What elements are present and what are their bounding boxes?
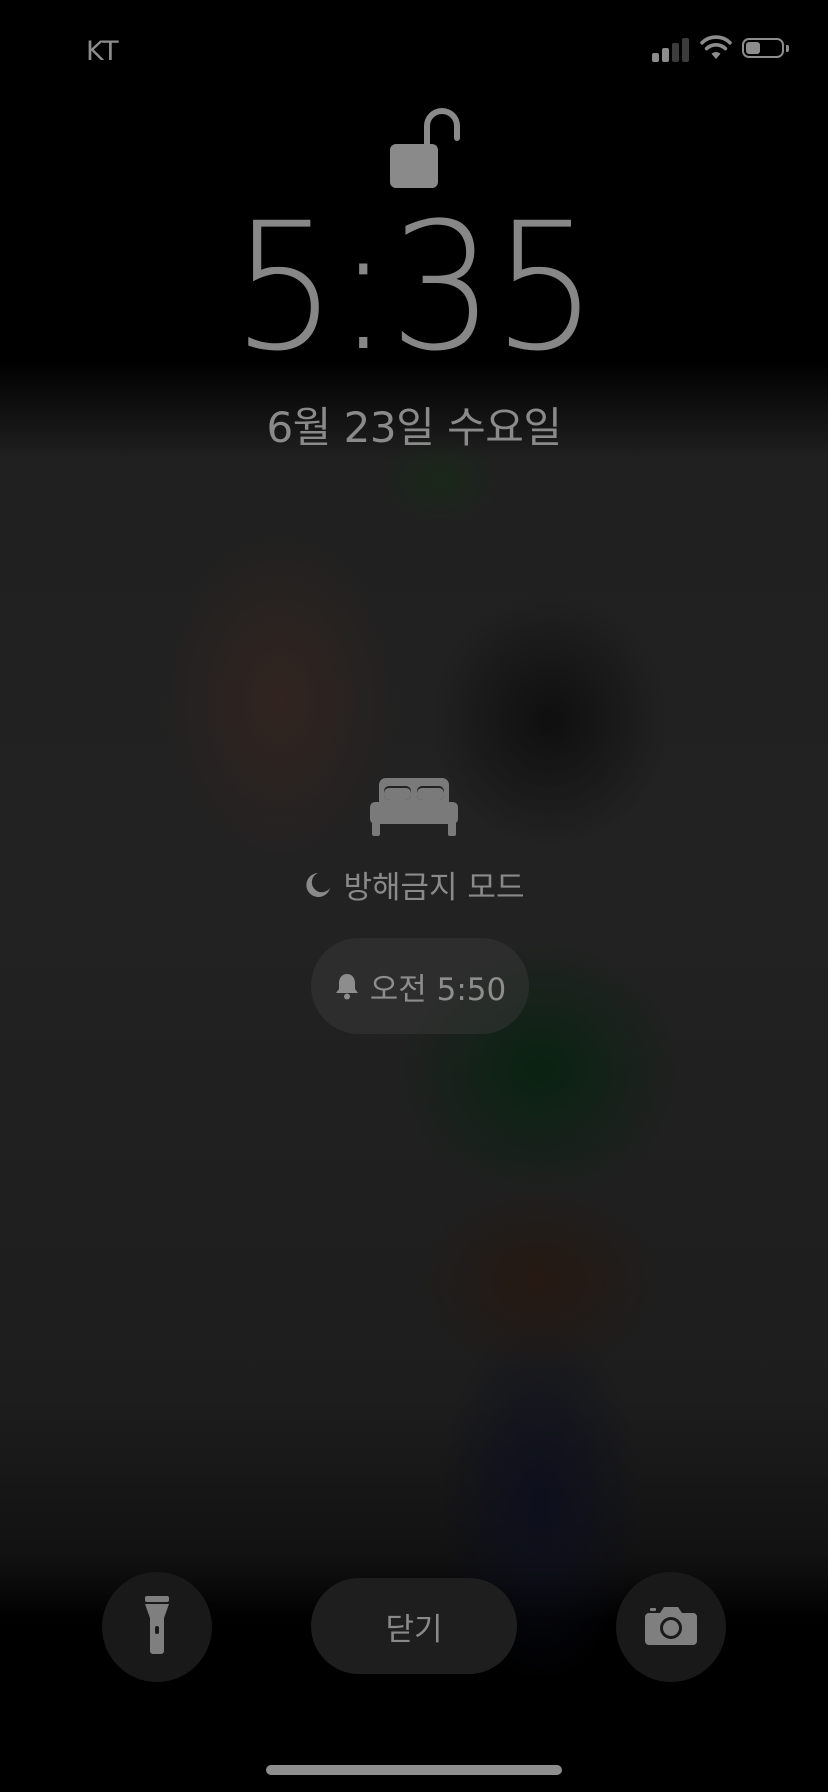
battery-fill	[746, 42, 760, 54]
lock-clock: 5:35	[231, 185, 598, 390]
wifi-icon	[700, 34, 732, 64]
signal-bar	[672, 43, 679, 62]
signal-bar	[662, 48, 669, 62]
focus-mode-label: 방해금지 모드	[343, 870, 525, 906]
moon-icon	[304, 871, 332, 899]
focus-mode-indicator: 방해금지 모드	[0, 862, 828, 907]
bell-icon	[334, 972, 360, 1000]
lock-screen: KT 5:35 6월 23일 수요일 방해금지 모드 오전 5:50 닫기	[0, 0, 828, 1792]
unlocked-padlock-icon	[387, 104, 465, 194]
status-bar: KT	[0, 0, 828, 100]
battery-icon	[742, 38, 790, 62]
flashlight-button[interactable]	[102, 1572, 212, 1682]
flashlight-icon	[143, 1596, 171, 1658]
next-alarm-widget[interactable]: 오전 5:50	[311, 938, 529, 1034]
alarm-time-label: 오전 5:50	[369, 971, 507, 1008]
dismiss-button[interactable]: 닫기	[311, 1578, 517, 1674]
bed-icon	[370, 778, 458, 840]
signal-bar	[652, 53, 659, 62]
dismiss-label: 닫기	[385, 1611, 443, 1648]
signal-bar	[682, 38, 689, 62]
battery-terminal	[786, 45, 789, 52]
cellular-signal-icon	[652, 38, 690, 62]
lock-date: 6월 23일 수요일	[266, 403, 562, 452]
home-indicator[interactable]	[266, 1765, 562, 1775]
camera-button[interactable]	[616, 1572, 726, 1682]
carrier-name: KT	[86, 36, 120, 67]
camera-icon	[645, 1605, 697, 1649]
